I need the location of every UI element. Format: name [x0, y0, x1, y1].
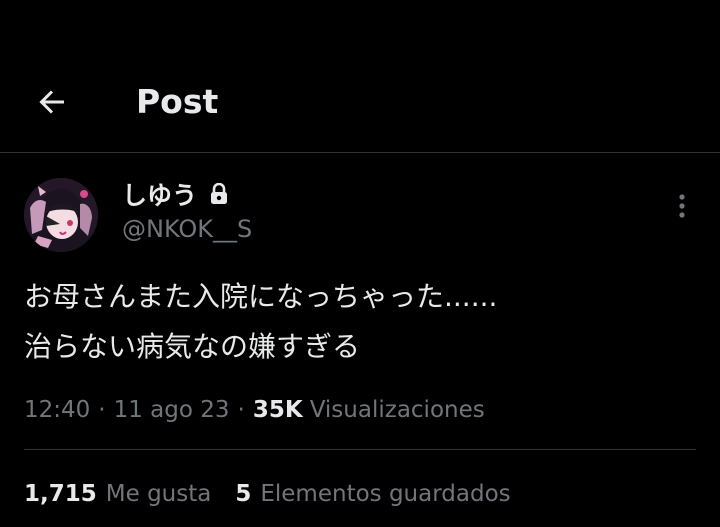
views-label: Visualizaciones [309, 397, 485, 423]
likes-stat[interactable]: 1,715 Me gusta [24, 481, 211, 507]
meta-separator: · [98, 397, 106, 423]
anime-character-avatar-icon [24, 178, 98, 252]
tweet-text-line: 治らない病気なの嫌すぎる [24, 330, 361, 363]
bookmarks-count: 5 [235, 481, 252, 507]
meta-separator: · [237, 397, 245, 423]
lock-icon [209, 183, 229, 205]
divider [24, 449, 696, 450]
author-name-row: しゆう [122, 178, 229, 210]
bookmarks-stat[interactable]: 5 Elementos guardados [235, 481, 510, 507]
tweet-meta: 12:40 · 11 ago 23 · 35K Visualizaciones [24, 393, 485, 427]
page-title: Post [136, 82, 219, 121]
avatar[interactable] [24, 178, 98, 252]
more-vertical-icon [679, 194, 685, 218]
views-count: 35K [252, 397, 303, 423]
likes-label: Me gusta [105, 481, 212, 507]
arrow-left-icon [39, 90, 64, 114]
likes-count: 1,715 [24, 481, 97, 507]
author-display-name[interactable]: しゆう [122, 176, 197, 212]
tweet-text-line: お母さんまた入院になっちゃった...... [24, 280, 498, 313]
top-header: Post [0, 0, 720, 153]
author-handle[interactable]: @NKOK__S [122, 213, 252, 245]
tweet-date[interactable]: 11 ago 23 [114, 397, 230, 423]
tweet-stats: 1,715 Me gusta 5 Elementos guardados [24, 477, 535, 511]
bookmarks-label: Elementos guardados [260, 481, 511, 507]
tweet-text: お母さんまた入院になっちゃった...... 治らない病気なの嫌すぎる [24, 272, 694, 372]
tweet-time[interactable]: 12:40 [24, 397, 90, 423]
more-options-button[interactable] [664, 188, 700, 224]
back-button[interactable] [30, 80, 74, 124]
